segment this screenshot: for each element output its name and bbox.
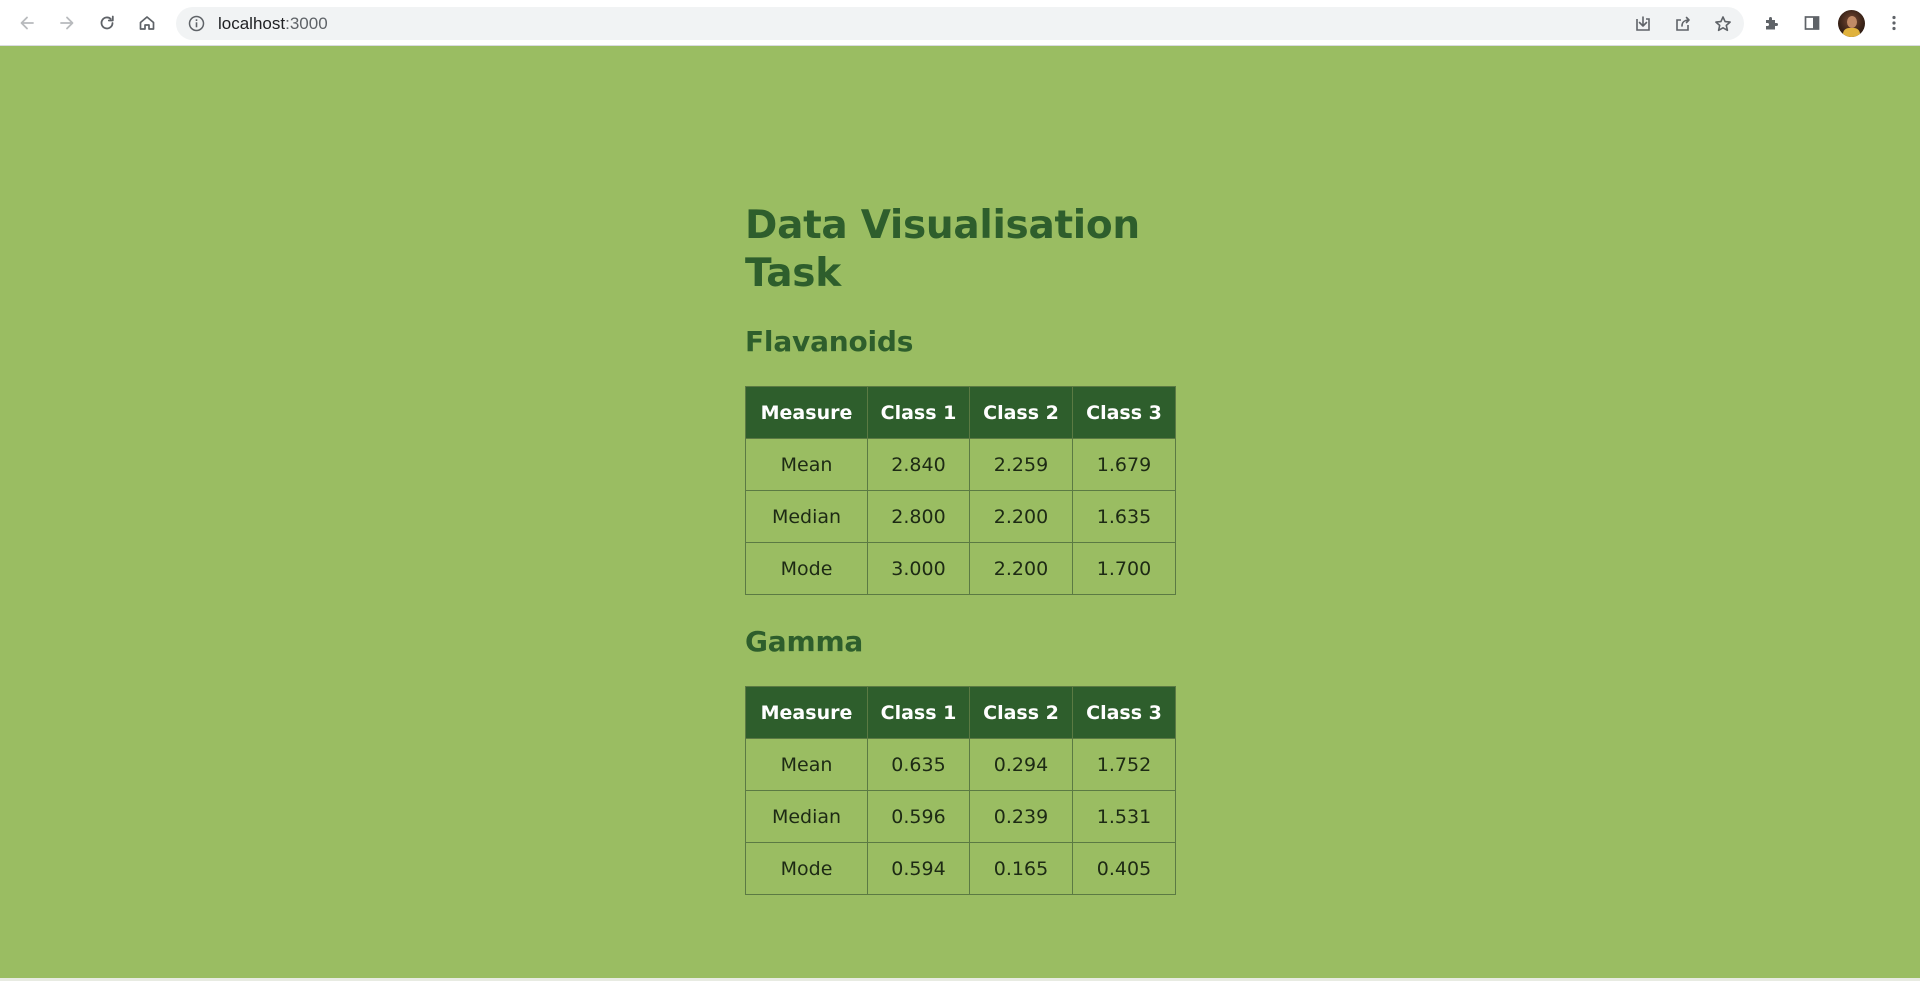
column-header: Class 1 [867, 386, 970, 439]
value-cell: 0.405 [1072, 842, 1176, 895]
install-icon [1636, 16, 1650, 31]
column-header: Class 2 [969, 386, 1073, 439]
profile-avatar[interactable] [1838, 10, 1865, 37]
extensions-button[interactable] [1757, 8, 1787, 38]
value-cell: 0.239 [969, 790, 1073, 843]
info-icon[interactable] [188, 15, 205, 32]
value-cell: 0.594 [867, 842, 970, 895]
measure-cell: Mode [745, 842, 868, 895]
value-cell: 0.165 [969, 842, 1073, 895]
bookmark-button[interactable] [1708, 9, 1738, 39]
section-title-gamma: Gamma [745, 625, 864, 658]
value-cell: 2.200 [969, 490, 1073, 543]
reload-icon [100, 15, 114, 30]
arrow-right-icon [60, 16, 74, 30]
kebab-menu-icon [1892, 15, 1896, 31]
measure-cell: Mean [745, 438, 868, 491]
value-cell: 2.200 [969, 542, 1073, 595]
share-icon [1676, 16, 1690, 31]
column-header: Measure [745, 686, 868, 739]
measure-cell: Median [745, 490, 868, 543]
column-header: Class 3 [1072, 686, 1176, 739]
page-title: Data Visualisation Task [745, 203, 1140, 296]
value-cell: 1.679 [1072, 438, 1176, 491]
column-header: Class 3 [1072, 386, 1176, 439]
table-row: Mode 3.000 2.200 1.700 [745, 542, 1176, 595]
flavanoids-table: Measure Class 1 Class 2 Class 3 Mean 2.8… [745, 386, 1176, 595]
value-cell: 3.000 [867, 542, 970, 595]
value-cell: 1.752 [1072, 738, 1176, 791]
share-button[interactable] [1668, 9, 1698, 39]
side-panel-button[interactable] [1797, 8, 1827, 38]
value-cell: 2.800 [867, 490, 970, 543]
measure-cell: Median [745, 790, 868, 843]
browser-toolbar: localhost:3000 [0, 0, 1920, 46]
value-cell: 0.294 [969, 738, 1073, 791]
value-cell: 1.700 [1072, 542, 1176, 595]
home-icon [139, 16, 155, 30]
arrow-left-icon [20, 16, 34, 30]
page-viewport: Data Visualisation Task Flavanoids Measu… [0, 46, 1920, 978]
value-cell: 0.596 [867, 790, 970, 843]
table-header-row: Measure Class 1 Class 2 Class 3 [745, 386, 1176, 439]
reload-button[interactable] [92, 8, 122, 38]
back-button[interactable] [12, 8, 42, 38]
column-header: Measure [745, 386, 868, 439]
value-cell: 2.840 [867, 438, 970, 491]
table-row: Median 2.800 2.200 1.635 [745, 490, 1176, 543]
gamma-table: Measure Class 1 Class 2 Class 3 Mean 0.6… [745, 686, 1176, 895]
value-cell: 2.259 [969, 438, 1073, 491]
value-cell: 1.635 [1072, 490, 1176, 543]
puzzle-icon [1766, 17, 1778, 30]
page-content: Data Visualisation Task Flavanoids Measu… [745, 202, 1176, 895]
measure-cell: Mean [745, 738, 868, 791]
install-button[interactable] [1628, 9, 1658, 39]
url-port: :3000 [285, 14, 328, 33]
address-bar[interactable]: localhost:3000 [176, 7, 1744, 40]
measure-cell: Mode [745, 542, 868, 595]
avatar-torso [1843, 28, 1860, 37]
star-icon [1715, 16, 1731, 32]
table-row: Mode 0.594 0.165 0.405 [745, 842, 1176, 895]
avatar-face [1847, 16, 1857, 28]
forward-button[interactable] [52, 8, 82, 38]
table-row: Median 0.596 0.239 1.531 [745, 790, 1176, 843]
home-button[interactable] [132, 8, 162, 38]
table-row: Mean 0.635 0.294 1.752 [745, 738, 1176, 791]
url-text[interactable]: localhost:3000 [218, 7, 328, 40]
table-row: Mean 2.840 2.259 1.679 [745, 438, 1176, 491]
column-header: Class 2 [969, 686, 1073, 739]
table-header-row: Measure Class 1 Class 2 Class 3 [745, 686, 1176, 739]
section-title-flavanoids: Flavanoids [745, 325, 914, 358]
side-panel-icon [1804, 16, 1820, 30]
url-host: localhost [218, 14, 286, 33]
column-header: Class 1 [867, 686, 970, 739]
value-cell: 0.635 [867, 738, 970, 791]
menu-button[interactable] [1879, 8, 1909, 38]
value-cell: 1.531 [1072, 790, 1176, 843]
